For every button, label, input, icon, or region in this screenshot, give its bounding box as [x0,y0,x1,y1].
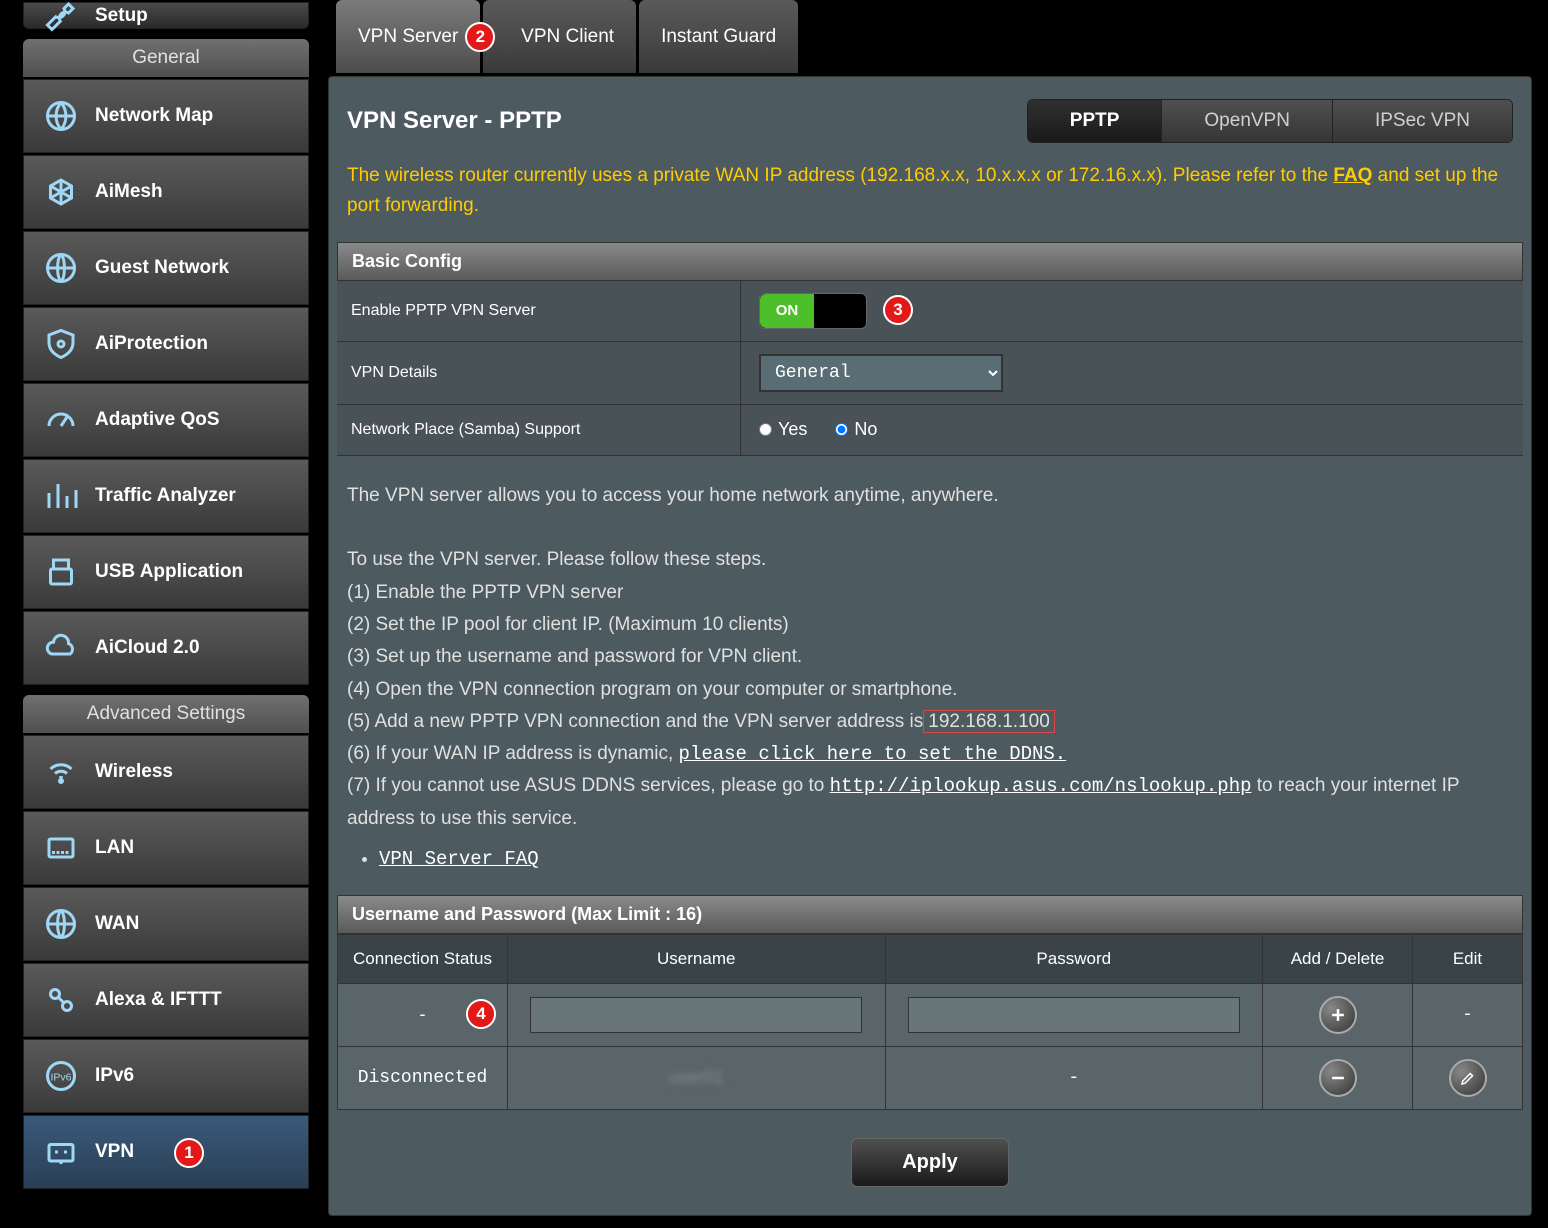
sidebar-item-guest-network[interactable]: Guest Network [23,231,309,305]
sidebar-item-label: IPv6 [95,1065,134,1087]
sidebar-item-wireless[interactable]: Wireless [23,735,309,809]
annotation-badge-4: 4 [466,999,496,1029]
enable-pptp-label: Enable PPTP VPN Server [337,281,741,341]
sidebar-item-ipv6[interactable]: IPv6 IPv6 [23,1039,309,1113]
sidebar-item-label: Network Map [95,105,213,127]
tab-vpn-server[interactable]: VPN Server 2 [336,0,480,73]
sidebar-item-lan[interactable]: LAN [23,811,309,885]
faq-link[interactable]: FAQ [1333,165,1372,186]
sidebar-item-label: Alexa & IFTTT [95,989,222,1011]
vpn-server-faq-link[interactable]: VPN Server FAQ [379,848,539,870]
cell-status: - 4 [338,984,508,1047]
password-input[interactable] [908,997,1240,1033]
tab-label: VPN Server [358,26,458,48]
annotation-badge-1: 1 [174,1138,204,1168]
globe-icon [41,248,81,288]
vpn-icon [41,1132,81,1172]
samba-support-label: Network Place (Samba) Support [337,405,741,455]
mode-tab-ipsec[interactable]: IPSec VPN [1332,100,1512,142]
vpn-details-select[interactable]: General [759,354,1003,392]
sidebar-item-label: WAN [95,913,139,935]
sidebar-item-label: AiProtection [95,333,208,355]
wrench-icon [41,0,81,36]
chart-icon [41,476,81,516]
tab-label: Instant Guard [661,26,776,48]
mesh-icon [41,172,81,212]
cell-password: - [885,1047,1263,1110]
sidebar-item-adaptive-qos[interactable]: Adaptive QoS [23,383,309,457]
sidebar-item-aimesh[interactable]: AiMesh [23,155,309,229]
th-username: Username [508,935,886,984]
tab-label: VPN Client [505,26,614,48]
server-ip-address: 192.168.1.100 [923,710,1055,733]
svg-text:IPv6: IPv6 [50,1072,71,1084]
sidebar-item-aiprotection[interactable]: AiProtection [23,307,309,381]
sidebar-item-wan[interactable]: WAN [23,887,309,961]
tab-vpn-client[interactable]: VPN Client [483,0,636,73]
gauge-icon [41,400,81,440]
sidebar-item-label: Guest Network [95,257,229,279]
section-header-basic-config: Basic Config [337,242,1523,281]
sidebar-item-network-map[interactable]: Network Map [23,79,309,153]
warning-message: The wireless router currently uses a pri… [329,153,1531,242]
annotation-badge-3: 3 [883,295,913,325]
vpn-details-label: VPN Details [337,342,741,404]
sidebar-header-general: General [23,39,309,77]
th-add-delete: Add / Delete [1263,935,1413,984]
th-password: Password [885,935,1263,984]
ethernet-icon [41,828,81,868]
edit-button[interactable] [1449,1059,1487,1097]
mode-tab-openvpn[interactable]: OpenVPN [1161,100,1332,142]
sidebar-item-label: Adaptive QoS [95,409,220,431]
samba-no-radio[interactable]: No [835,419,877,440]
sidebar-header-advanced: Advanced Settings [23,695,309,733]
add-button[interactable] [1319,996,1357,1034]
page-title: VPN Server - PPTP [347,107,562,135]
sidebar-item-usb-application[interactable]: USB Application [23,535,309,609]
sidebar-item-label: AiMesh [95,181,163,203]
sidebar-item-label: VPN [95,1141,134,1163]
cloud-icon [41,628,81,668]
sidebar-item-label: Wireless [95,761,173,783]
enable-pptp-toggle[interactable]: ON [759,293,867,329]
mode-tab-pptp[interactable]: PPTP [1028,100,1162,142]
cell-status: Disconnected [338,1047,508,1110]
users-table: Connection Status Username Password Add … [337,934,1523,1110]
sidebar-item-label: Traffic Analyzer [95,485,236,507]
shield-icon [41,324,81,364]
globe-icon [41,904,81,944]
cell-username: user01 [508,1047,886,1110]
table-row: Disconnected user01 - [338,1047,1523,1110]
sidebar-item-aicloud[interactable]: AiCloud 2.0 [23,611,309,685]
sidebar-item-label: LAN [95,837,134,859]
ipv6-icon: IPv6 [41,1056,81,1096]
delete-button[interactable] [1319,1059,1357,1097]
apply-button[interactable]: Apply [851,1138,1009,1187]
iplookup-link[interactable]: http://iplookup.asus.com/nslookup.php [830,775,1252,797]
table-row: - 4 - [338,984,1523,1047]
toggle-on-label: ON [760,294,814,328]
samba-yes-radio[interactable]: Yes [759,419,807,440]
ddns-link[interactable]: please click here to set the DDNS. [679,743,1067,765]
wifi-icon [41,752,81,792]
sidebar-item-label: Setup [95,5,148,27]
link-icon [41,980,81,1020]
th-edit: Edit [1413,935,1523,984]
description-block: The VPN server allows you to access your… [329,456,1531,896]
usb-icon [41,552,81,592]
th-conn-status: Connection Status [338,935,508,984]
username-input[interactable] [530,997,862,1033]
mode-tabs: PPTP OpenVPN IPSec VPN [1027,99,1513,143]
sidebar-item-setup[interactable]: Setup [23,2,309,29]
cell-edit: - [1413,984,1523,1047]
tab-instant-guard[interactable]: Instant Guard [639,0,798,73]
sidebar-item-vpn[interactable]: VPN 1 [23,1115,309,1189]
section-header-users: Username and Password (Max Limit : 16) [337,895,1523,934]
sidebar-item-alexa-ifttt[interactable]: Alexa & IFTTT [23,963,309,1037]
sidebar-item-label: AiCloud 2.0 [95,637,200,659]
sidebar-item-traffic-analyzer[interactable]: Traffic Analyzer [23,459,309,533]
globe-icon [41,96,81,136]
sidebar-item-label: USB Application [95,561,243,583]
